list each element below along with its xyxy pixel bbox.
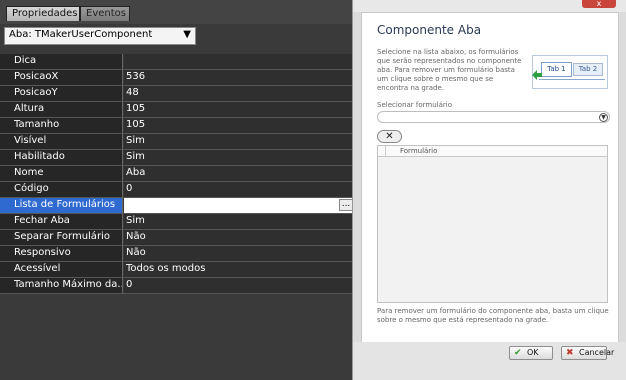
property-name: Dica	[0, 54, 123, 69]
chevron-down-icon: ▼	[599, 113, 608, 122]
ellipsis-button[interactable]: ...	[339, 199, 353, 211]
chevron-down-icon: ▼	[183, 29, 191, 40]
property-value[interactable]: Sim	[124, 150, 355, 165]
property-row[interactable]: Separar Formulário Não	[0, 230, 355, 246]
property-row[interactable]: Dica	[0, 54, 355, 70]
property-value[interactable]: Aba	[124, 166, 355, 181]
cancel-label: Cancelar	[579, 348, 615, 357]
property-value[interactable]: Sim	[124, 134, 355, 149]
dialog-body: Componente Aba Selecione na lista abaixo…	[361, 12, 619, 364]
arrow-left-icon	[532, 70, 542, 80]
property-value[interactable]: Não	[124, 246, 355, 261]
property-name: Código	[0, 182, 123, 197]
dialog-description: Selecione na lista abaixo, os formulário…	[377, 48, 522, 92]
tab-preview-illustration: Tab 1 Tab 2	[532, 55, 608, 89]
property-name: Tamanho Máximo da...	[0, 278, 123, 293]
property-row[interactable]: Altura 105	[0, 102, 355, 118]
property-value[interactable]: 48	[124, 86, 355, 101]
ok-label: OK	[527, 348, 539, 357]
property-name: Altura	[0, 102, 123, 117]
dialog-title: Componente Aba	[377, 23, 482, 37]
component-dropdown-value: Aba: TMakerUserComponent	[9, 29, 153, 40]
property-row[interactable]: Fechar Aba Sim	[0, 214, 355, 230]
tab-eventos[interactable]: Eventos	[80, 6, 130, 21]
property-value[interactable]: Não	[124, 230, 355, 245]
property-value[interactable]: Todos os modos	[124, 262, 355, 277]
property-value[interactable]: 0	[124, 278, 355, 293]
property-row[interactable]: Código 0	[0, 182, 355, 198]
property-name: Habilitado	[0, 150, 123, 165]
property-grid: Dica PosicaoX 536 PosicaoY 48 Altura 105 Tamanh…	[0, 54, 355, 294]
inspector-tabbar: Propriedades Eventos	[0, 0, 355, 24]
property-row[interactable]: Visível Sim	[0, 134, 355, 150]
close-button[interactable]: x	[582, 0, 616, 8]
property-row[interactable]: PosicaoX 536	[0, 70, 355, 86]
ok-button[interactable]: ✔ OK	[509, 346, 553, 360]
property-name: Lista de Formulários	[0, 198, 123, 213]
grid-corner	[378, 146, 386, 156]
componente-aba-dialog: x Componente Aba Selecione na lista abai…	[352, 0, 626, 380]
dialog-titlebar: x	[353, 0, 626, 12]
checkmark-icon: ✔	[514, 348, 522, 358]
property-name: Nome	[0, 166, 123, 181]
property-value[interactable]: 536	[124, 70, 355, 85]
property-row[interactable]: Lista de Formulários...	[0, 198, 355, 214]
property-row[interactable]: Tamanho Máximo da... 0	[0, 278, 355, 294]
close-icon: ✕	[385, 131, 394, 142]
property-row[interactable]: Tamanho 105	[0, 118, 355, 134]
property-name: Responsivo	[0, 246, 123, 261]
component-dropdown[interactable]: Aba: TMakerUserComponent ▼	[4, 27, 196, 45]
object-inspector: Propriedades Eventos Aba: TMakerUserComp…	[0, 0, 355, 380]
cancel-button[interactable]: ✖ Cancelar	[561, 346, 614, 360]
property-row[interactable]: Acessível Todos os modos	[0, 262, 355, 278]
footer-note: Para remover um formulário do componente…	[377, 307, 609, 324]
column-header-formulario: Formulário	[400, 147, 438, 155]
property-row[interactable]: Habilitado Sim	[0, 150, 355, 166]
forms-grid[interactable]: Formulário	[377, 145, 608, 303]
property-row[interactable]: Nome Aba	[0, 166, 355, 182]
property-name: PosicaoX	[0, 70, 123, 85]
preview-tab-2: Tab 2	[573, 63, 603, 76]
property-value[interactable]	[124, 198, 355, 213]
property-value[interactable]: 105	[124, 102, 355, 117]
property-name: Separar Formulário	[0, 230, 123, 245]
preview-tab-1: Tab 1	[541, 62, 572, 77]
property-name: Tamanho	[0, 118, 123, 133]
form-select-dropdown[interactable]: ▼	[377, 111, 610, 123]
property-name: Fechar Aba	[0, 214, 123, 229]
grid-header: Formulário	[378, 146, 607, 157]
cancel-icon: ✖	[566, 348, 574, 358]
property-row[interactable]: PosicaoY 48	[0, 86, 355, 102]
property-name: Acessível	[0, 262, 123, 277]
property-name: Visível	[0, 134, 123, 149]
remove-form-button[interactable]: ✕	[377, 130, 402, 143]
property-value[interactable]: Sim	[124, 214, 355, 229]
property-row[interactable]: Responsivo Não	[0, 246, 355, 262]
tab-propriedades[interactable]: Propriedades	[6, 6, 80, 21]
select-form-label: Selecionar formulário	[377, 101, 453, 109]
close-icon: x	[596, 0, 602, 8]
property-value[interactable]: 0	[124, 182, 355, 197]
property-value[interactable]: 105	[124, 118, 355, 133]
property-value[interactable]	[124, 54, 355, 69]
property-name: PosicaoY	[0, 86, 123, 101]
dialog-button-bar: ✔ OK ✖ Cancelar	[353, 342, 626, 380]
